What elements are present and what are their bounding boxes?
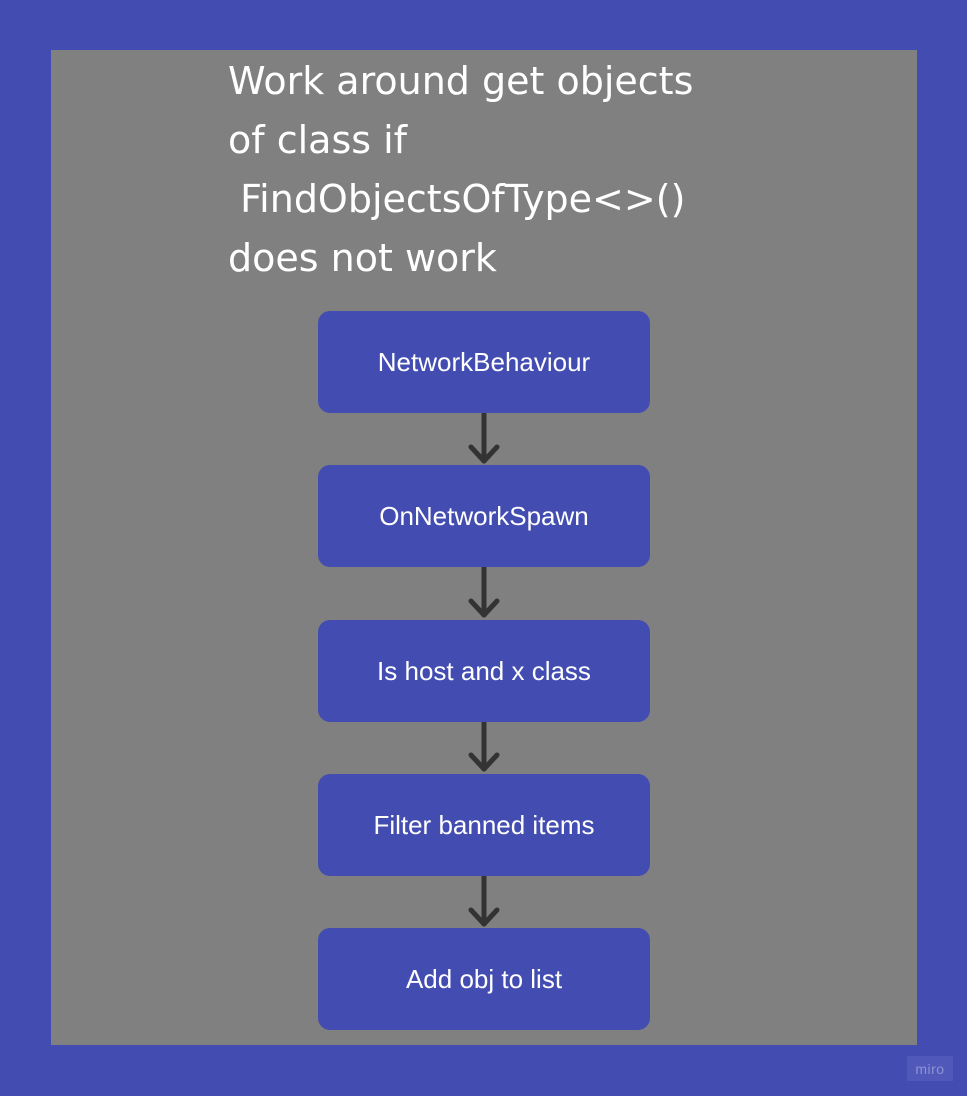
node-on-network-spawn[interactable]: OnNetworkSpawn — [318, 465, 650, 567]
node-label: OnNetworkSpawn — [379, 500, 589, 531]
node-label: Filter banned items — [373, 809, 595, 840]
node-label: Is host and x class — [377, 655, 591, 686]
title-line-2: of class if — [228, 118, 408, 162]
node-network-behaviour[interactable]: NetworkBehaviour — [318, 311, 650, 413]
node-add-obj-to-list[interactable]: Add obj to list — [318, 928, 650, 1030]
node-label: Add obj to list — [405, 963, 563, 994]
title-line-4: does not work — [228, 236, 497, 280]
node-label: NetworkBehaviour — [377, 346, 591, 377]
node-filter-banned-items[interactable]: Filter banned items — [318, 774, 650, 876]
diagram-title: Work around get objects of class if Find… — [228, 52, 748, 288]
title-line-3: FindObjectsOfType<>() — [228, 177, 686, 221]
node-is-host-and-x-class[interactable]: Is host and x class — [318, 620, 650, 722]
title-line-1: Work around get objects — [228, 59, 694, 103]
miro-watermark: miro — [907, 1056, 953, 1081]
